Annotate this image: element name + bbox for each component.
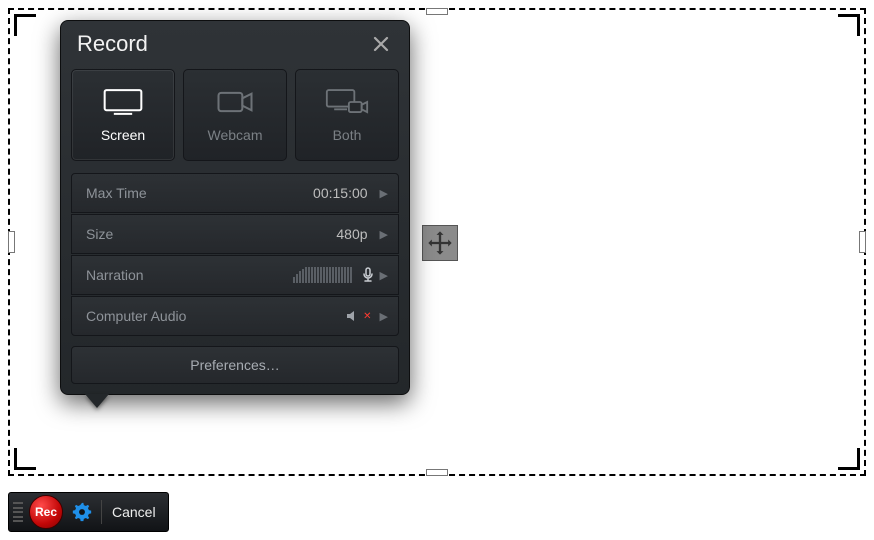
mode-webcam-button[interactable]: Webcam [183,69,287,161]
setting-size[interactable]: Size 480p ▶ [71,214,399,254]
move-region-handle[interactable] [422,225,458,261]
crop-corner-top-right[interactable] [838,14,860,36]
cancel-button-label: Cancel [112,504,156,520]
cancel-button[interactable]: Cancel [108,502,160,522]
setting-computer-audio[interactable]: Computer Audio ✕ ▶ [71,296,399,336]
microphone-icon [360,267,376,283]
crop-corner-bottom-left[interactable] [14,448,36,470]
both-icon [325,87,369,117]
move-icon [426,229,454,257]
crop-edge-right[interactable] [859,231,866,253]
record-mode-row: Screen Webcam Both [61,69,409,173]
chevron-right-icon: ▶ [380,310,388,323]
setting-narration[interactable]: Narration ▶ [71,255,399,295]
toolbar-grip[interactable] [13,500,23,524]
settings-list: Max Time 00:15:00 ▶ Size 480p ▶ Narratio… [61,173,409,346]
mode-screen-button[interactable]: Screen [71,69,175,161]
record-button-label: Rec [35,505,57,519]
screen-icon [101,87,145,117]
setting-size-label: Size [86,226,336,242]
crop-corner-bottom-right[interactable] [838,448,860,470]
setting-max-time-value: 00:15:00 [313,185,368,201]
mode-both-label: Both [333,127,362,143]
setting-max-time-label: Max Time [86,185,313,201]
crop-corner-top-left[interactable] [14,14,36,36]
gear-icon [71,501,93,523]
crop-edge-bottom[interactable] [426,469,448,476]
vu-meter [293,267,352,283]
preferences-label: Preferences… [190,357,279,373]
mode-webcam-label: Webcam [208,127,263,143]
toolbar-divider [101,500,102,524]
mode-screen-label: Screen [101,127,145,143]
popup-header: Record [61,21,409,69]
crop-edge-top[interactable] [426,8,448,15]
setting-size-value: 480p [336,226,367,242]
record-popup: Record Screen Webcam [60,20,410,395]
chevron-right-icon: ▶ [380,228,388,241]
crop-edge-left[interactable] [8,231,15,253]
chevron-right-icon: ▶ [380,187,388,200]
recorder-toolbar: Rec Cancel [8,492,169,532]
mute-x-icon: ✕ [363,311,371,322]
mode-both-button[interactable]: Both [295,69,399,161]
setting-computer-audio-label: Computer Audio [86,308,345,324]
settings-button[interactable] [69,501,95,523]
speaker-muted-icon [345,308,361,324]
close-button[interactable] [369,32,393,56]
preferences-button[interactable]: Preferences… [71,346,399,384]
setting-narration-label: Narration [86,267,293,283]
record-button[interactable]: Rec [29,495,63,529]
chevron-right-icon: ▶ [380,269,388,282]
close-icon [373,36,389,52]
popup-title: Record [77,31,148,57]
setting-max-time[interactable]: Max Time 00:15:00 ▶ [71,173,399,213]
webcam-icon [213,87,257,117]
